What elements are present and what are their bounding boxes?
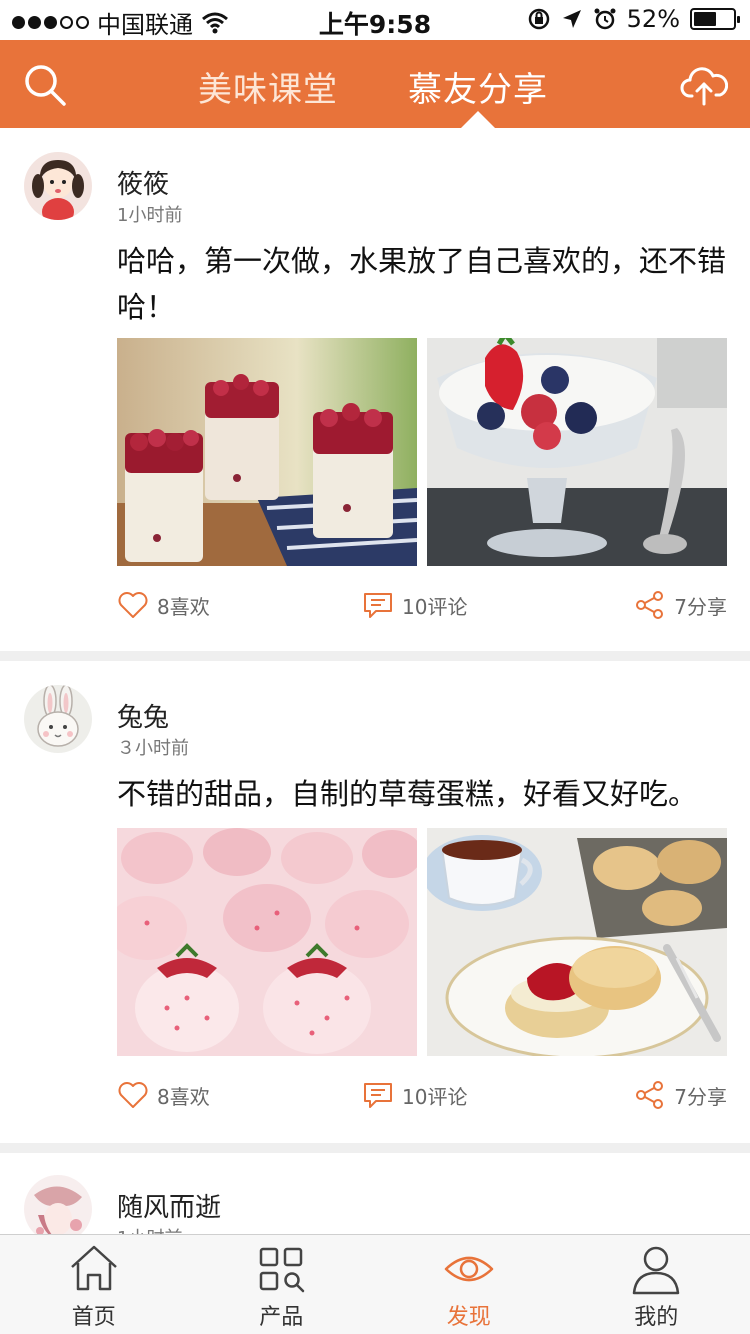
photo-row: [117, 828, 727, 1056]
tab-label: 首页: [71, 1305, 116, 1330]
avatar[interactable]: [24, 685, 92, 753]
comment-icon: [364, 1083, 392, 1108]
comment-count: 10评论: [402, 594, 468, 619]
post-actions: 8喜欢 10评论 7分享: [117, 590, 727, 630]
post-card: 筱筱 1小时前 哈哈，第一次做，水果放了自己喜欢的，还不错哈！ 8喜欢 10评论…: [0, 128, 750, 651]
active-tab-indicator: [460, 111, 496, 129]
share-button[interactable]: 7分享: [634, 590, 727, 620]
post-separator: [0, 1143, 750, 1153]
status-right: 52%: [527, 5, 740, 33]
post-text: 不错的甜品，自制的草莓蛋糕，好看又好吃。: [117, 777, 698, 811]
post-time: 1小时前: [117, 205, 183, 226]
like-count: 8喜欢: [157, 1084, 210, 1109]
tab-label: 发现: [446, 1305, 491, 1330]
username[interactable]: 筱筱: [117, 164, 169, 201]
photo-berry-panna-cotta-cups[interactable]: [117, 338, 417, 566]
like-button[interactable]: 8喜欢: [117, 1080, 210, 1110]
feed: 筱筱 1小时前 哈哈，第一次做，水果放了自己喜欢的，还不错哈！ 8喜欢 10评论…: [0, 128, 750, 1334]
tab-tasty-class[interactable]: 美味课堂: [198, 62, 338, 111]
share-button[interactable]: 7分享: [634, 1080, 727, 1110]
rotation-lock-icon: [528, 8, 549, 30]
comment-icon: [364, 593, 392, 618]
home-icon: [70, 1245, 117, 1291]
grid-search-icon: [260, 1247, 305, 1293]
comment-count: 10评论: [402, 1084, 468, 1109]
post-card: 兔兔 ３小时前 不错的甜品，自制的草莓蛋糕，好看又好吃。 8喜欢 10评论 7分…: [0, 661, 750, 1143]
tab-products[interactable]: 产品: [188, 1235, 376, 1334]
person-icon: [633, 1246, 680, 1295]
tab-friend-share[interactable]: 慕友分享: [408, 62, 548, 111]
post-actions: 8喜欢 10评论 7分享: [117, 1080, 727, 1120]
status-bar: 中国联通 上午9:58 52%: [0, 0, 750, 40]
photo-row: [117, 338, 727, 566]
alarm-icon: [594, 8, 616, 30]
tab-discover[interactable]: 发现: [375, 1235, 563, 1334]
like-count: 8喜欢: [157, 594, 210, 619]
photo-scones-and-tea[interactable]: [427, 828, 727, 1056]
tab-label: 产品: [259, 1305, 304, 1330]
tab-bar: 首页 产品 发现 我的: [0, 1234, 750, 1334]
username[interactable]: 兔兔: [117, 697, 169, 734]
location-icon: [562, 10, 581, 28]
share-count: 7分享: [674, 1084, 727, 1109]
tab-mine[interactable]: 我的: [563, 1235, 750, 1334]
search-icon[interactable]: [22, 62, 68, 108]
heart-icon: [118, 592, 148, 618]
nav-bar: 美味课堂 慕友分享: [0, 40, 750, 129]
tab-home[interactable]: 首页: [0, 1235, 188, 1334]
like-button[interactable]: 8喜欢: [117, 590, 210, 620]
photo-sprinkled-strawberries[interactable]: [117, 828, 417, 1056]
photo-yogurt-with-berries[interactable]: [427, 338, 727, 566]
comment-button[interactable]: 10评论: [362, 590, 467, 620]
comment-button[interactable]: 10评论: [362, 1080, 467, 1110]
post-separator: [0, 651, 750, 661]
heart-icon: [118, 1082, 148, 1108]
username[interactable]: 随风而逝: [117, 1187, 221, 1224]
share-icon: [636, 591, 664, 619]
battery-icon: [690, 8, 740, 30]
share-count: 7分享: [674, 594, 727, 619]
avatar[interactable]: [24, 152, 92, 220]
post-text: 哈哈，第一次做，水果放了自己喜欢的，还不错哈！: [117, 244, 727, 324]
battery-percent: 52%: [626, 5, 680, 33]
tab-label: 我的: [634, 1305, 679, 1330]
avatar[interactable]: [24, 1175, 92, 1243]
post-time: ３小时前: [117, 738, 189, 759]
cloud-upload-icon[interactable]: [680, 62, 728, 108]
eye-icon: [444, 1256, 493, 1282]
share-icon: [636, 1081, 664, 1109]
